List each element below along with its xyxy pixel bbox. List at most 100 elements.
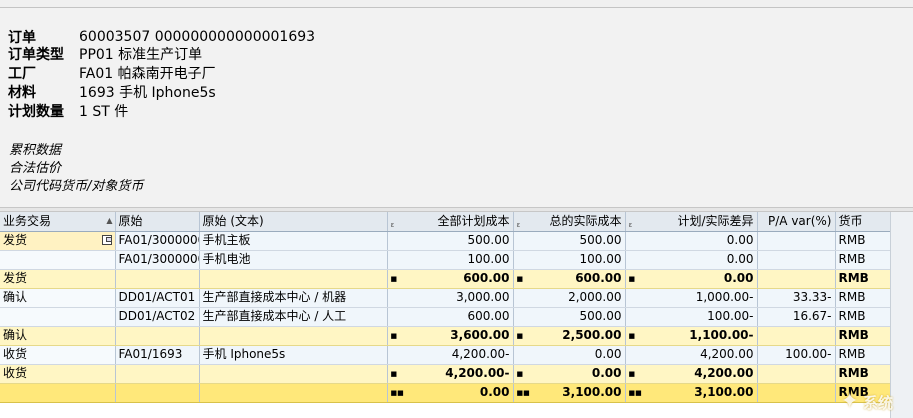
cell-currency[interactable]: RMB <box>835 364 891 384</box>
vertical-scrollbar[interactable] <box>890 212 913 418</box>
cell-transaction[interactable] <box>0 250 116 270</box>
cell-pa-var[interactable]: 33.33- <box>757 288 836 308</box>
cell-transaction[interactable] <box>0 307 116 327</box>
cell-actual[interactable]: 500.00 <box>513 231 626 251</box>
subtotal-row[interactable]: 确认 ■ 3,600.00 ■ 2,500.00 ■ 1,100.00- RMB <box>0 326 891 346</box>
cell-actual[interactable]: ■ 2,500.00 <box>513 326 626 346</box>
cell-plan[interactable]: 600.00 <box>387 307 514 327</box>
cell-plan[interactable]: 100.00 <box>387 250 514 270</box>
cell-origin[interactable]: FA01/1693 <box>115 345 200 365</box>
cell-plan[interactable]: 3,000.00 <box>387 288 514 308</box>
table-row[interactable]: 确认 DD01/ACT01 生产部直接成本中心 / 机器 3,000.00 2,… <box>0 288 891 308</box>
cell-variance[interactable]: 100.00- <box>625 307 758 327</box>
subtotal-row[interactable]: 发货 ■ 600.00 ■ 600.00 ■ 0.00 RMB <box>0 269 891 289</box>
cell-variance[interactable]: ■ 1,100.00- <box>625 326 758 346</box>
cell-actual[interactable]: 500.00 <box>513 307 626 327</box>
cell-origin[interactable] <box>115 269 200 289</box>
cell-variance[interactable]: 0.00 <box>625 231 758 251</box>
cost-table: 业务交易 ▲ 原始 原始 (文本) ε 全部计划成本 ε 总的实际成本 ε 计划/实际差… <box>0 212 891 403</box>
cell-variance[interactable]: ■ 4,200.00 <box>625 364 758 384</box>
col-header-origin-text[interactable]: 原始 (文本) <box>199 212 388 232</box>
cell-origin[interactable] <box>115 364 200 384</box>
cell-origin-text[interactable] <box>199 383 388 403</box>
cell-plan[interactable]: 4,200.00- <box>387 345 514 365</box>
sum-icon: ε <box>390 221 395 229</box>
cell-pa-var[interactable]: 100.00- <box>757 345 836 365</box>
cell-currency[interactable]: RMB <box>835 307 891 327</box>
cell-variance[interactable]: 4,200.00 <box>625 345 758 365</box>
col-header-currency[interactable]: 货币 <box>835 212 891 232</box>
table-row[interactable]: 收货 FA01/1693 手机 Iphone5s 4,200.00- 0.00 … <box>0 345 891 365</box>
cell-pa-var[interactable]: 16.67- <box>757 307 836 327</box>
table-row[interactable]: FA01/30000000 手机电池 100.00 100.00 0.00 RM… <box>0 250 891 270</box>
cell-currency[interactable]: RMB <box>835 231 891 251</box>
cell-transaction[interactable] <box>0 383 116 403</box>
sort-asc-icon[interactable]: ▲ <box>106 212 112 229</box>
cell-pa-var[interactable] <box>757 326 836 346</box>
cell-origin-text[interactable]: 生产部直接成本中心 / 人工 <box>199 307 388 327</box>
header-row-material: 材料 1693 手机 Iphone5s <box>8 82 216 102</box>
cell-currency[interactable]: RMB <box>835 269 891 289</box>
cell-origin-text[interactable]: 手机主板 <box>199 231 388 251</box>
popup-icon[interactable] <box>101 235 112 245</box>
table-row[interactable]: DD01/ACT02 生产部直接成本中心 / 人工 600.00 500.00 … <box>0 307 891 327</box>
cell-plan[interactable]: ■■ 0.00 <box>387 383 514 403</box>
note-cumulative: 累积数据 <box>9 143 62 158</box>
cell-origin-text[interactable] <box>199 326 388 346</box>
cell-pa-var[interactable] <box>757 250 836 270</box>
sum-icon: ε <box>516 221 521 229</box>
cell-origin-text[interactable] <box>199 364 388 384</box>
col-header-total-actual[interactable]: ε 总的实际成本 <box>513 212 626 232</box>
cell-transaction[interactable]: 确认 <box>0 326 116 346</box>
cell-origin-text[interactable] <box>199 269 388 289</box>
cell-transaction[interactable]: 发货 <box>0 231 116 251</box>
cell-variance[interactable]: 1,000.00- <box>625 288 758 308</box>
cell-origin-text[interactable]: 手机 Iphone5s <box>199 345 388 365</box>
cell-origin[interactable]: DD01/ACT02 <box>115 307 200 327</box>
cell-variance[interactable]: ■ 0.00 <box>625 269 758 289</box>
cell-plan[interactable]: ■ 600.00 <box>387 269 514 289</box>
cell-origin[interactable]: DD01/ACT01 <box>115 288 200 308</box>
cell-origin[interactable]: FA01/30000000 <box>115 231 200 251</box>
cell-plan[interactable]: 500.00 <box>387 231 514 251</box>
cell-actual[interactable]: ■ 0.00 <box>513 364 626 384</box>
col-header-total-plan[interactable]: ε 全部计划成本 <box>387 212 514 232</box>
cell-currency[interactable]: RMB <box>835 326 891 346</box>
subtotal-marker-icon: ■ <box>390 331 398 340</box>
cell-plan[interactable]: ■ 4,200.00- <box>387 364 514 384</box>
material-value: 1693 手机 Iphone5s <box>79 85 216 101</box>
subtotal-row[interactable]: 收货 ■ 4,200.00- ■ 0.00 ■ 4,200.00 RMB <box>0 364 891 384</box>
cell-transaction[interactable]: 确认 <box>0 288 116 308</box>
col-header-transaction[interactable]: 业务交易 ▲ <box>0 212 116 232</box>
subtotal-marker-icon: ■ <box>390 369 398 378</box>
cell-plan[interactable]: ■ 3,600.00 <box>387 326 514 346</box>
cell-transaction[interactable]: 收货 <box>0 345 116 365</box>
col-header-variance[interactable]: ε 计划/实际差异 <box>625 212 758 232</box>
cell-actual[interactable]: 2,000.00 <box>513 288 626 308</box>
cell-pa-var[interactable] <box>757 231 836 251</box>
cell-origin[interactable] <box>115 383 200 403</box>
cell-variance[interactable]: 0.00 <box>625 250 758 270</box>
cell-variance[interactable]: ■■ 3,100.00 <box>625 383 758 403</box>
col-header-pa-var[interactable]: P/A var(%) <box>757 212 836 232</box>
cell-currency[interactable]: RMB <box>835 250 891 270</box>
cell-pa-var[interactable] <box>757 364 836 384</box>
cell-actual[interactable]: 0.00 <box>513 345 626 365</box>
grand-total-row[interactable]: ■■ 0.00 ■■ 3,100.00 ■■ 3,100.00 RMB <box>0 383 891 403</box>
cell-origin[interactable]: FA01/30000000 <box>115 250 200 270</box>
cell-transaction[interactable]: 收货 <box>0 364 116 384</box>
cell-actual[interactable]: 100.00 <box>513 250 626 270</box>
cell-actual[interactable]: ■■ 3,100.00 <box>513 383 626 403</box>
cell-currency[interactable]: RMB <box>835 288 891 308</box>
cell-origin-text[interactable]: 手机电池 <box>199 250 388 270</box>
cell-pa-var[interactable] <box>757 383 836 403</box>
cell-currency[interactable]: RMB <box>835 345 891 365</box>
cell-transaction[interactable]: 发货 <box>0 269 116 289</box>
cell-origin[interactable] <box>115 326 200 346</box>
col-header-origin[interactable]: 原始 <box>115 212 200 232</box>
cell-actual[interactable]: ■ 600.00 <box>513 269 626 289</box>
table-row[interactable]: 发货 FA01/30000000 手机主板 500.00 500.00 0.00… <box>0 231 891 251</box>
total-marker-icon: ■■ <box>516 388 530 397</box>
cell-pa-var[interactable] <box>757 269 836 289</box>
cell-origin-text[interactable]: 生产部直接成本中心 / 机器 <box>199 288 388 308</box>
